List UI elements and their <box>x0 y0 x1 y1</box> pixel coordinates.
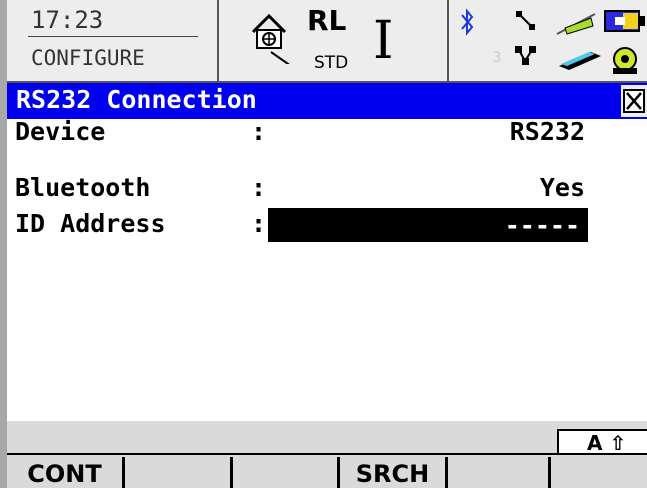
fkey-f1-cont[interactable]: CONT <box>7 457 125 488</box>
fkey-f3[interactable] <box>233 457 340 488</box>
fkey-label: SRCH <box>355 460 430 488</box>
field-value[interactable]: RS232 <box>265 117 585 146</box>
fkey-f2[interactable] <box>125 457 233 488</box>
softkey-band <box>7 421 647 453</box>
status-divider <box>28 36 198 37</box>
close-button[interactable] <box>621 85 647 117</box>
bluetooth-icon <box>461 8 474 36</box>
status-bar: 17:23 CONFIGURE RL STD I 3 <box>7 0 647 83</box>
measure-sub: STD <box>314 53 349 73</box>
field-label: Device <box>15 117 106 146</box>
clock: 17:23 <box>31 6 104 34</box>
field-value[interactable]: Yes <box>265 173 585 202</box>
reflector-icon <box>556 13 596 35</box>
close-icon <box>623 89 645 113</box>
field-label: Bluetooth <box>15 173 151 202</box>
dialog-title: RS232 Connection <box>16 85 257 114</box>
status-divider-2 <box>447 0 449 81</box>
battery-icon <box>604 10 645 32</box>
status-divider-1 <box>217 0 219 81</box>
field-separator: : <box>251 117 267 146</box>
fkey-f4-srch[interactable]: SRCH <box>340 457 448 488</box>
id-address-field[interactable]: ----- <box>268 208 588 242</box>
function-key-bar: CONT SRCH <box>7 453 647 488</box>
shift-indicator: A ⇧ <box>557 429 647 455</box>
screen-frame <box>0 0 7 488</box>
field-label: ID Address <box>15 209 166 238</box>
fkey-f5[interactable] <box>448 457 551 488</box>
satellite-count: 3 <box>493 50 502 66</box>
fkey-label: CONT <box>27 460 102 488</box>
dialog-title-bar: RS232 Connection <box>7 83 647 119</box>
shift-indicator-text: A ⇧ <box>587 431 627 455</box>
memory-card-icon <box>559 52 601 70</box>
field-separator: : <box>251 209 267 238</box>
instrument-screen: 17:23 CONFIGURE RL STD I 3 RS232 Connect… <box>0 0 647 488</box>
measure-mode: RL <box>307 4 347 37</box>
field-value: ----- <box>504 211 580 240</box>
network-icon <box>515 46 536 65</box>
satellite-icon <box>516 11 535 30</box>
home-target-icon <box>251 13 290 64</box>
settings-icon <box>613 47 637 74</box>
cursor-i-icon: I <box>373 11 394 71</box>
mode-label: CONFIGURE <box>31 46 145 70</box>
fkey-f6[interactable] <box>551 457 647 488</box>
field-separator: : <box>251 173 267 202</box>
